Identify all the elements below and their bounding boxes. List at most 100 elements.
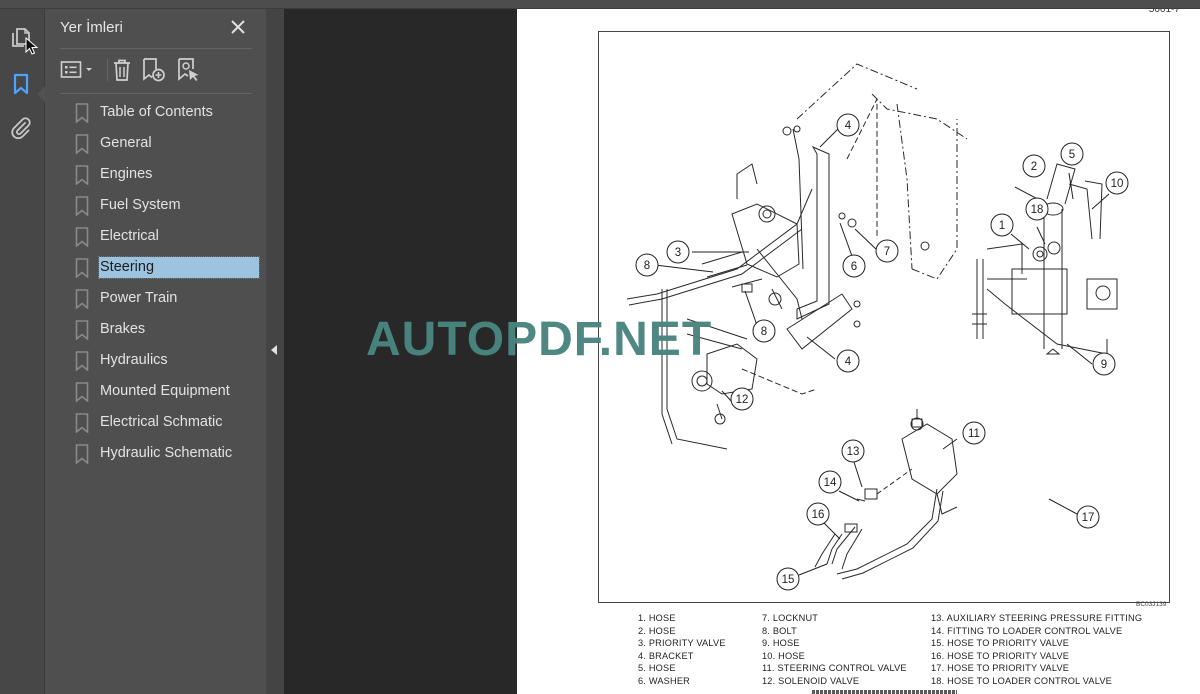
bookmark-electrical[interactable]: Electrical [75, 223, 261, 250]
callout-15: 15 [776, 567, 800, 591]
bookmark-label: Engines [100, 166, 153, 182]
svg-text:8: 8 [644, 260, 650, 272]
svg-text:16: 16 [812, 509, 825, 521]
legend-item: 2. HOSE [638, 625, 676, 636]
legend-column-1: 1. HOSE 2. HOSE 3. PRIORITY VALVE 4. BRA… [638, 612, 726, 687]
callout-16: 16 [806, 502, 830, 526]
callout-4: 4 [836, 349, 860, 373]
bookmark-table-of-contents[interactable]: Table of Contents [75, 99, 261, 126]
legend-item: 10. HOSE [762, 650, 805, 661]
bookmark-mounted-equipment[interactable]: Mounted Equipment [75, 378, 261, 405]
page-thumbnails-button[interactable] [8, 25, 39, 55]
bookmark-icon [75, 350, 89, 371]
bookmark-options-button[interactable] [60, 57, 94, 83]
legend-item: 15. HOSE TO PRIORITY VALVE [931, 638, 1070, 648]
bookmark-power-train[interactable]: Power Train [75, 285, 261, 312]
svg-text:11: 11 [968, 428, 980, 440]
legend-column-2: 7. LOCKNUT 8. BOLT 9. HOSE 10. HOSE 11. … [762, 612, 907, 687]
svg-text:18: 18 [1031, 204, 1044, 216]
legend-item: 14. FITTING TO LOADER CONTROL VALVE [931, 625, 1123, 636]
svg-text:13: 13 [847, 446, 860, 458]
bookmark-label: Steering [98, 256, 260, 279]
bookmark-fuel-system[interactable]: Fuel System [75, 192, 261, 219]
legend-item: 6. WASHER [638, 675, 690, 686]
bookmark-icon [75, 164, 89, 185]
bookmark-brakes[interactable]: Brakes [75, 316, 261, 343]
new-bookmark-button[interactable] [141, 57, 167, 83]
svg-text:9: 9 [1101, 359, 1107, 371]
callout-5: 5 [1060, 142, 1084, 166]
top-toolbar [0, 0, 1200, 9]
legend-item: 5. HOSE [638, 663, 676, 673]
bookmark-icon [75, 381, 89, 402]
svg-text:4: 4 [845, 120, 852, 132]
find-current-bookmark-button[interactable] [176, 57, 202, 83]
panel-title: Yer İmleri [60, 19, 123, 36]
callout-6: 6 [842, 254, 866, 278]
callout-8: 8 [635, 253, 659, 277]
svg-text:4: 4 [845, 356, 852, 368]
legend-item: 1. HOSE [638, 613, 676, 623]
svg-text:5: 5 [1069, 149, 1075, 161]
callout-8: 8 [752, 319, 776, 343]
bookmark-engines[interactable]: Engines [75, 161, 261, 188]
svg-text:12: 12 [736, 394, 749, 406]
callout-2: 2 [1022, 154, 1046, 178]
pdf-page: 5001-7 4 3 8 8 4 6 7 2 5 10 1 18 9 11 12… [517, 9, 1200, 694]
callout-7: 7 [875, 239, 899, 263]
bookmark-electrical-schematic[interactable]: Electrical Schmatic [75, 409, 261, 436]
legend-item: 16. HOSE TO PRIORITY VALVE [931, 650, 1070, 661]
legend-item: 9. HOSE [762, 638, 800, 648]
callout-3: 3 [666, 240, 690, 264]
bookmark-label: Electrical [100, 228, 159, 244]
legend-item: 8. BOLT [762, 625, 797, 636]
legend-item: 17. HOSE TO PRIORITY VALVE [931, 663, 1070, 673]
bookmark-label: Electrical Schmatic [100, 414, 223, 430]
bookmark-label: Table of Contents [100, 104, 213, 120]
bookmark-icon [75, 257, 89, 278]
svg-text:2: 2 [1031, 161, 1037, 173]
legend-item: 3. PRIORITY VALVE [638, 638, 726, 648]
divider [60, 93, 252, 94]
bookmark-general[interactable]: General [75, 130, 261, 157]
collapse-panel-handle[interactable] [266, 9, 284, 694]
callout-11: 11 [962, 421, 986, 445]
legend-column-3: 13. AUXILIARY STEERING PRESSURE FITTING … [931, 612, 1142, 687]
callout-14: 14 [818, 470, 842, 494]
bookmark-hydraulics[interactable]: Hydraulics [75, 347, 261, 374]
close-icon [231, 20, 245, 34]
bookmark-steering[interactable]: Steering [75, 254, 261, 281]
bookmarks-button[interactable] [8, 71, 34, 97]
attachments-button[interactable] [8, 115, 34, 141]
legend-item: 12. SOLENOID VALVE [762, 675, 860, 686]
bookmark-label: General [100, 135, 152, 151]
legend-item: 11. STEERING CONTROL VALVE [762, 663, 907, 673]
figure-caption-partial [812, 690, 957, 694]
bookmark-label: Mounted Equipment [100, 383, 230, 399]
svg-text:3: 3 [675, 247, 681, 259]
bookmark-hydraulic-schematic[interactable]: Hydraulic Schematic [75, 440, 261, 467]
bookmark-icon [75, 226, 89, 247]
callout-9: 9 [1092, 352, 1116, 376]
callout-1: 1 [990, 213, 1014, 237]
svg-text:7: 7 [884, 246, 890, 258]
paperclip-icon [11, 117, 31, 140]
trash-icon [114, 59, 130, 81]
bookmark-add-icon [143, 58, 165, 82]
legend-item: 18. HOSE TO LOADER CONTROL VALVE [931, 675, 1113, 686]
callout-18: 18 [1025, 197, 1049, 221]
left-navigation-rail [0, 9, 45, 694]
divider [60, 48, 252, 49]
legend-item: 7. LOCKNUT [762, 613, 819, 623]
delete-bookmark-button[interactable] [111, 57, 133, 83]
callout-10: 10 [1105, 171, 1129, 195]
document-canvas-background [284, 9, 517, 694]
bookmark-icon [75, 288, 89, 309]
bookmark-icon [75, 102, 89, 123]
close-panel-button[interactable] [228, 17, 248, 37]
bookmark-label: Power Train [100, 290, 178, 306]
mouse-cursor-icon [25, 37, 39, 55]
svg-text:15: 15 [782, 574, 795, 586]
callout-13: 13 [841, 439, 865, 463]
legend-item: 4. BRACKET [638, 650, 694, 661]
